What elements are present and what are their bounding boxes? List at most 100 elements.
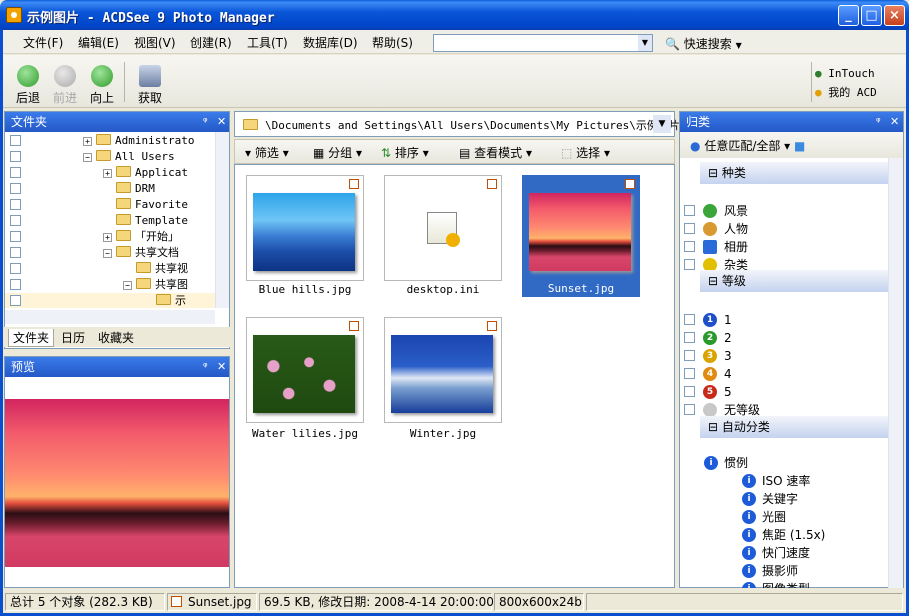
menu-tools[interactable]: 工具(T) [247, 34, 288, 51]
filter-button[interactable]: ▾ 筛选 ▾ [245, 144, 289, 161]
category-checkbox[interactable] [684, 259, 695, 270]
category-item[interactable]: 55 [680, 383, 888, 401]
file-thumbnail-selected[interactable] [522, 175, 640, 281]
up-button[interactable]: 向上 [82, 57, 122, 105]
tree-node[interactable]: − 共享文档 [5, 245, 215, 261]
quick-search-button[interactable]: 🔍 快速搜索 ▼ [665, 35, 742, 52]
category-checkbox[interactable] [684, 205, 695, 216]
intouch-link[interactable]: ● InTouch [815, 64, 877, 83]
file-thumbnail[interactable] [384, 175, 502, 281]
menu-database[interactable]: 数据库(D) [303, 34, 358, 51]
tree-node[interactable]: 示 [5, 293, 215, 308]
close-panel-icon[interactable]: ✕ [217, 112, 226, 132]
tree-checkbox[interactable] [10, 199, 21, 210]
file-name[interactable]: Water lilies.jpg [246, 427, 364, 440]
tree-checkbox[interactable] [10, 295, 21, 306]
menu-view[interactable]: 视图(V) [134, 34, 176, 51]
minimize-button[interactable]: _ [838, 5, 859, 26]
tree-node[interactable]: Favorite [5, 197, 215, 213]
category-item[interactable]: i 光圈 [680, 508, 888, 526]
tree-checkbox[interactable] [10, 247, 21, 258]
category-checkbox[interactable] [684, 350, 695, 361]
category-item[interactable]: 人物 [680, 220, 888, 238]
view-mode-button[interactable]: ▤ 查看模式 ▾ [459, 144, 532, 161]
category-checkbox[interactable] [684, 404, 695, 415]
tree-checkbox[interactable] [10, 135, 21, 146]
chevron-down-icon[interactable]: ▼ [653, 115, 671, 133]
kinds-header[interactable]: ⊟ 种类 [700, 162, 888, 184]
category-item[interactable]: 11 [680, 311, 888, 329]
file-name[interactable]: desktop.ini [384, 283, 502, 296]
file-thumbnail[interactable] [384, 317, 502, 423]
category-item[interactable]: 44 [680, 365, 888, 383]
tree-node[interactable]: + 「开始」 [5, 229, 215, 245]
tree-node[interactable]: 共享视 [5, 261, 215, 277]
tab-folders[interactable]: 文件夹 [8, 329, 55, 347]
match-mode-button[interactable]: ● 任意匹配/全部 ▾ ■ [690, 137, 805, 154]
tree-node[interactable]: − All Users [5, 149, 215, 165]
folder-tree-scrollbar[interactable] [215, 132, 229, 308]
tree-checkbox[interactable] [10, 231, 21, 242]
maximize-button[interactable]: □ [861, 5, 882, 26]
category-checkbox[interactable] [684, 386, 695, 397]
expander-icon[interactable]: + [83, 137, 92, 146]
category-checkbox[interactable] [684, 332, 695, 343]
category-item[interactable]: 22 [680, 329, 888, 347]
category-item[interactable]: i 关键字 [680, 490, 888, 508]
pin-icon[interactable]: ᵠ [203, 112, 208, 132]
tree-node[interactable]: Template [5, 213, 215, 229]
category-item[interactable]: i 焦距 (1.5x) [680, 526, 888, 544]
auto-category-header[interactable]: ⊟ 自动分类 [700, 416, 888, 438]
menu-help[interactable]: 帮助(S) [372, 34, 413, 51]
file-thumbnail[interactable] [246, 317, 364, 423]
pin-icon[interactable]: ᵠ [876, 112, 881, 132]
path-bar[interactable]: \Documents and Settings\All Users\Docume… [234, 111, 680, 137]
search-dropdown-icon[interactable]: ▼ [638, 35, 652, 51]
menu-create[interactable]: 创建(R) [190, 34, 232, 51]
expander-icon[interactable]: + [103, 233, 112, 242]
expander-icon[interactable]: − [103, 249, 112, 258]
select-button[interactable]: ⬚ 选择 ▾ [561, 144, 610, 161]
category-checkbox[interactable] [684, 223, 695, 234]
close-panel-icon[interactable]: ✕ [217, 357, 226, 377]
category-item[interactable]: i 图像类型 [680, 580, 888, 588]
category-item[interactable]: 相册 [680, 238, 888, 256]
tree-checkbox[interactable] [10, 263, 21, 274]
tree-node[interactable]: DRM [5, 181, 215, 197]
tab-favorites[interactable]: 收藏夹 [94, 329, 138, 347]
my-acd-link[interactable]: ● 我的 ACD [815, 83, 877, 102]
file-name[interactable]: Winter.jpg [384, 427, 502, 440]
category-item[interactable]: i ISO 速率 [680, 472, 888, 490]
file-name[interactable]: Blue hills.jpg [246, 283, 364, 296]
search-input[interactable] [433, 34, 653, 52]
close-panel-icon[interactable]: ✕ [890, 112, 899, 132]
tree-checkbox[interactable] [10, 167, 21, 178]
category-checkbox[interactable] [684, 314, 695, 325]
tree-node[interactable]: + Applicat [5, 165, 215, 181]
category-checkbox[interactable] [684, 368, 695, 379]
tree-checkbox[interactable] [10, 279, 21, 290]
tab-calendar[interactable]: 日历 [57, 329, 89, 347]
category-checkbox[interactable] [684, 241, 695, 252]
ratings-header[interactable]: ⊟ 等级 [700, 270, 888, 292]
pin-icon[interactable]: ᵠ [203, 357, 208, 377]
close-button[interactable]: × [884, 5, 905, 26]
category-item[interactable]: 33 [680, 347, 888, 365]
expander-icon[interactable]: + [103, 169, 112, 178]
acquire-button[interactable]: 获取 [130, 57, 170, 105]
tree-node[interactable]: + Administrato [5, 133, 215, 149]
category-item[interactable]: i 摄影师 [680, 562, 888, 580]
tree-node[interactable]: − 共享图 [5, 277, 215, 293]
menu-edit[interactable]: 编辑(E) [78, 34, 119, 51]
menu-file[interactable]: 文件(F) [23, 34, 63, 51]
categories-scrollbar[interactable] [888, 158, 903, 588]
category-item[interactable]: i 惯例 [680, 454, 888, 472]
expander-icon[interactable]: − [123, 281, 132, 290]
file-name[interactable]: Sunset.jpg [522, 281, 640, 297]
tree-checkbox[interactable] [10, 151, 21, 162]
back-button[interactable]: 后退 [8, 57, 48, 105]
group-button[interactable]: ▦ 分组 ▾ [313, 144, 362, 161]
category-item[interactable]: 风景 [680, 202, 888, 220]
sort-button[interactable]: ⇅ 排序 ▾ [381, 144, 429, 161]
category-item[interactable]: i 快门速度 [680, 544, 888, 562]
